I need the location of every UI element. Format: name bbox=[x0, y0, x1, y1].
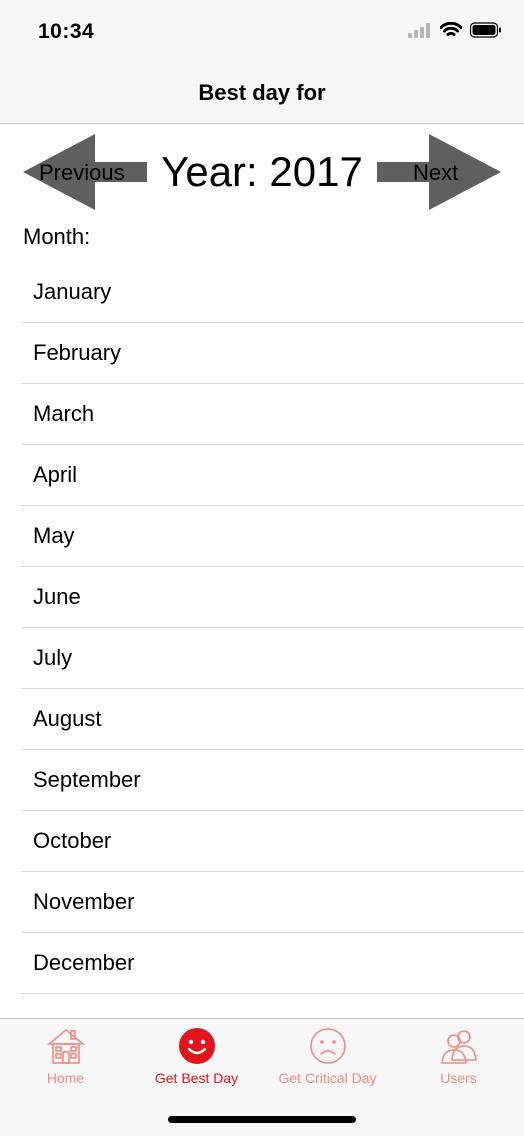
wifi-icon bbox=[440, 22, 462, 36]
tab-home-label: Home bbox=[46, 1070, 85, 1086]
status-time: 10:34 bbox=[38, 20, 95, 43]
previous-year-button[interactable]: Previous bbox=[23, 134, 147, 210]
next-year-button[interactable]: Next bbox=[377, 134, 501, 210]
home-indicator bbox=[168, 1116, 356, 1123]
month-item-may[interactable]: May bbox=[21, 506, 524, 567]
tab-get-critical-day[interactable]: Get Critical Day bbox=[262, 1019, 393, 1099]
tab-users[interactable]: Users bbox=[393, 1019, 524, 1099]
tab-get-best-day-label: Get Best Day bbox=[154, 1070, 239, 1086]
navigation-bar: Best day for bbox=[0, 62, 524, 124]
month-list: January February March April May June Ju… bbox=[21, 262, 524, 994]
month-item-october[interactable]: October bbox=[21, 811, 524, 872]
month-item-december[interactable]: December bbox=[21, 933, 524, 994]
month-item-march[interactable]: March bbox=[21, 384, 524, 445]
month-item-april[interactable]: April bbox=[21, 445, 524, 506]
status-icons bbox=[408, 22, 502, 38]
sad-face-icon bbox=[310, 1028, 346, 1064]
month-item-august[interactable]: August bbox=[21, 689, 524, 750]
status-bar: 10:34 bbox=[0, 0, 524, 62]
tab-get-best-day[interactable]: Get Best Day bbox=[131, 1019, 262, 1099]
month-item-february[interactable]: February bbox=[21, 323, 524, 384]
month-item-september[interactable]: September bbox=[21, 750, 524, 811]
tab-get-critical-day-label: Get Critical Day bbox=[278, 1070, 377, 1086]
previous-label: Previous bbox=[39, 160, 125, 185]
tab-home[interactable]: Home bbox=[0, 1019, 131, 1099]
next-label: Next bbox=[413, 160, 459, 185]
battery-icon bbox=[470, 22, 501, 38]
users-icon bbox=[441, 1030, 477, 1064]
house-icon bbox=[47, 1028, 85, 1064]
page-title: Best day for bbox=[198, 80, 326, 105]
year-navigation: Previous Year: 2017 Next bbox=[0, 124, 524, 220]
smiley-face-icon bbox=[179, 1028, 215, 1064]
year-label: Year: 2017 bbox=[161, 148, 363, 195]
month-item-june[interactable]: June bbox=[21, 567, 524, 628]
cellular-signal-icon bbox=[408, 23, 430, 38]
month-item-november[interactable]: November bbox=[21, 872, 524, 933]
tab-users-label: Users bbox=[440, 1070, 477, 1086]
month-item-january[interactable]: January bbox=[21, 262, 524, 323]
month-caption: Month: bbox=[23, 224, 91, 249]
month-item-july[interactable]: July bbox=[21, 628, 524, 689]
